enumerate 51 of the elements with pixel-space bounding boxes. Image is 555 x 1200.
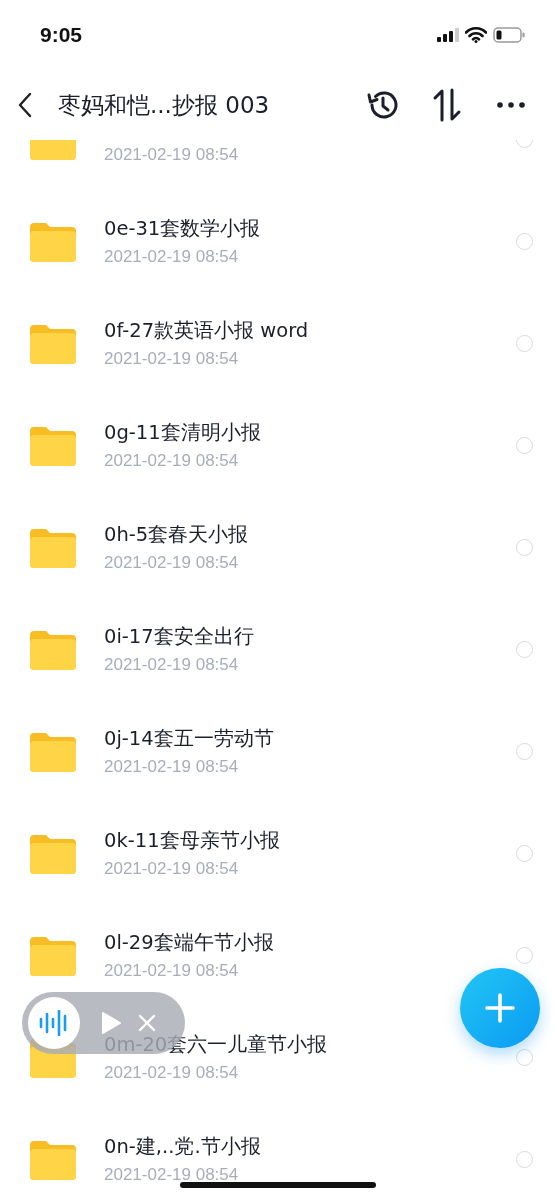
- folder-row[interactable]: 0h-5套春天小报 2021-02-19 08:54: [0, 496, 555, 598]
- more-icon: [496, 101, 526, 109]
- folder-icon: [30, 732, 76, 772]
- folder-name: 0k-11套母亲节小报: [104, 828, 281, 853]
- folder-name: 0i-17套安全出行: [104, 624, 255, 649]
- signal-icon: [437, 28, 459, 42]
- wifi-icon: [465, 27, 487, 43]
- folder-date: 2021-02-19 08:54: [104, 655, 240, 675]
- sort-icon: [432, 88, 462, 122]
- folder-date: 2021-02-19 08:54: [104, 553, 240, 573]
- folder-date: 2021-02-19 08:54: [104, 349, 240, 369]
- folder-row[interactable]: 0j-14套五一劳动节 2021-02-19 08:54: [0, 700, 555, 802]
- close-button[interactable]: [136, 1012, 158, 1034]
- folder-name: 0f-27款英语小报 word: [104, 318, 310, 343]
- folder-date: 2021-02-19 08:54: [104, 757, 240, 777]
- folder-row[interactable]: 0i-17套安全出行 2021-02-19 08:54: [0, 598, 555, 700]
- folder-date: 2021-02-19 08:54: [104, 451, 240, 471]
- back-icon: [18, 92, 32, 118]
- play-icon: [100, 1011, 122, 1035]
- folder-icon: [30, 630, 76, 670]
- folder-date: 2021-02-19 08:54: [104, 859, 240, 879]
- folder-name: 0l-29套端午节小报: [104, 930, 275, 955]
- folder-name: 0h-5套春天小报: [104, 522, 250, 547]
- folder-date: 2021-02-19 08:54: [104, 247, 240, 267]
- add-button[interactable]: [460, 968, 540, 1048]
- folder-row[interactable]: 0f-27款英语小报 word 2021-02-19 08:54: [0, 292, 555, 394]
- folder-name: 0g-11套清明小报: [104, 420, 262, 445]
- folder-date: 2021-02-19 08:54: [104, 1165, 240, 1185]
- folder-name: 0e-31套数学小报: [104, 216, 262, 241]
- status-time: 9:05: [40, 23, 83, 47]
- folder-icon: [30, 1140, 76, 1180]
- folder-name: 0j-14套五一劳动节: [104, 726, 275, 751]
- folder-name: 0n-建,..党.节小报: [104, 1134, 262, 1159]
- folder-icon: [30, 936, 76, 976]
- plus-icon: [484, 992, 516, 1024]
- battery-icon: [493, 27, 525, 43]
- folder-date: 2021-02-19 08:54: [104, 961, 240, 981]
- folder-date: 2021-02-19 08:54: [104, 145, 240, 165]
- folder-row[interactable]: 0n-建,..党.节小报 2021-02-19 08:54: [0, 1108, 555, 1200]
- folder-date: 2021-02-19 08:54: [104, 1063, 240, 1083]
- close-icon: [138, 1014, 156, 1032]
- folder-row[interactable]: 0e-31套数学小报 2021-02-19 08:54: [0, 190, 555, 292]
- audio-wave-button[interactable]: [28, 997, 80, 1049]
- folder-row[interactable]: 0g-11套清明小报 2021-02-19 08:54: [0, 394, 555, 496]
- folder-title: 枣妈和恺...抄报 003: [58, 90, 271, 120]
- folder-icon: [30, 324, 76, 364]
- folder-icon: [30, 528, 76, 568]
- folder-icon: [30, 426, 76, 466]
- folder-icon: [30, 222, 76, 262]
- folder-row[interactable]: 0k-11套母亲节小报 2021-02-19 08:54: [0, 802, 555, 904]
- folder-icon: [30, 834, 76, 874]
